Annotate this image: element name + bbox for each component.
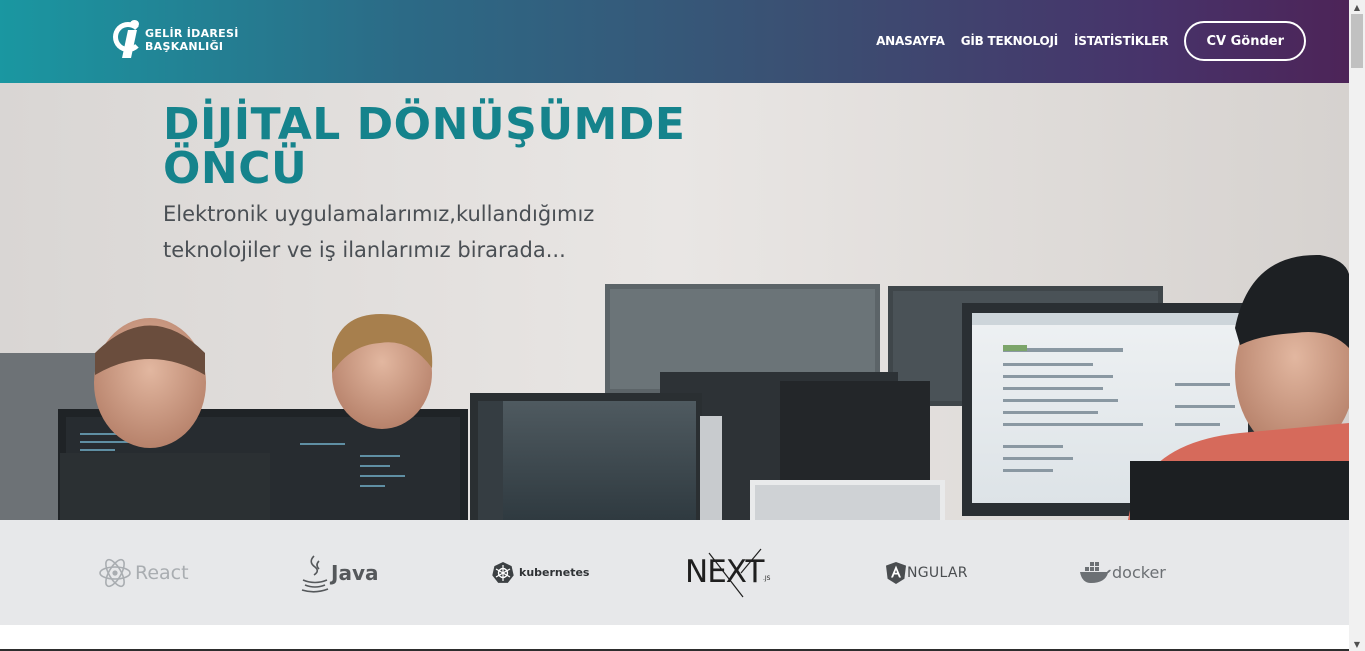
nav-istatistikler[interactable]: İSTATİSTİKLER — [1074, 34, 1169, 48]
cv-gonder-button[interactable]: CV Gönder — [1184, 21, 1306, 61]
tech-docker: docker — [1079, 520, 1166, 625]
nextjs-suffix: .JS — [763, 575, 771, 582]
gib-logo-icon — [113, 20, 143, 60]
java-icon — [301, 554, 329, 593]
tech-java: Java — [299, 520, 378, 625]
tech-nextjs: NEXT .JS — [685, 520, 777, 625]
page: GELİR İDARESİ BAŞKANLIĞI ANASAYFA GİB TE… — [0, 0, 1349, 651]
nextjs-label: NEXT — [685, 554, 764, 590]
react-label: React — [135, 561, 189, 584]
logo-text: GELİR İDARESİ BAŞKANLIĞI — [145, 27, 239, 53]
tech-angular: NGULAR — [886, 520, 968, 625]
scroll-thumb[interactable] — [1351, 14, 1363, 68]
hero-subtitle-line-2: teknolojiler ve iş ilanlarımız birarada.… — [163, 238, 566, 262]
java-label: Java — [331, 560, 379, 585]
kubernetes-icon — [492, 561, 514, 583]
hero-subtitle-line-1: Elektronik uygulamalarımız,kullandığımız — [163, 202, 595, 226]
docker-icon — [1080, 561, 1111, 583]
logo-line-1: GELİR İDARESİ — [145, 27, 239, 40]
main-nav: ANASAYFA GİB TEKNOLOJİ İSTATİSTİKLER CV … — [860, 21, 1306, 61]
scroll-down-arrow-icon[interactable]: ▼ — [1349, 637, 1365, 651]
scroll-up-arrow-icon[interactable]: ▲ — [1349, 0, 1365, 14]
hero-subtitle: Elektronik uygulamalarımız,kullandığımız… — [163, 196, 683, 268]
hero-section: DİJİTAL DÖNÜŞÜMDE ÖNCÜ Elektronik uygula… — [0, 83, 1349, 520]
vertical-scrollbar[interactable]: ▲ ▼ — [1349, 0, 1365, 651]
site-header: GELİR İDARESİ BAŞKANLIĞI ANASAYFA GİB TE… — [0, 0, 1349, 83]
hero-title-line-1: DİJİTAL DÖNÜŞÜMDE — [163, 99, 686, 150]
kubernetes-label: kubernetes — [519, 566, 590, 579]
angular-icon — [886, 561, 906, 584]
react-icon — [99, 558, 131, 587]
logo-line-2: BAŞKANLIĞI — [145, 40, 224, 53]
hero-title: DİJİTAL DÖNÜŞÜMDE ÖNCÜ — [163, 103, 723, 191]
gib-logo[interactable]: GELİR İDARESİ BAŞKANLIĞI — [113, 19, 253, 61]
angular-label: NGULAR — [907, 564, 968, 581]
hero-title-line-2: ÖNCÜ — [163, 143, 308, 194]
nav-gib-teknoloji[interactable]: GİB TEKNOLOJİ — [961, 34, 1059, 48]
docker-label: docker — [1112, 563, 1166, 582]
tech-react: React — [98, 520, 189, 625]
nav-anasayfa[interactable]: ANASAYFA — [876, 34, 945, 48]
technology-logos-bar: React Java kubernetes NEXT .JS NGULAR do… — [0, 520, 1349, 625]
tech-kubernetes: kubernetes — [491, 520, 589, 625]
